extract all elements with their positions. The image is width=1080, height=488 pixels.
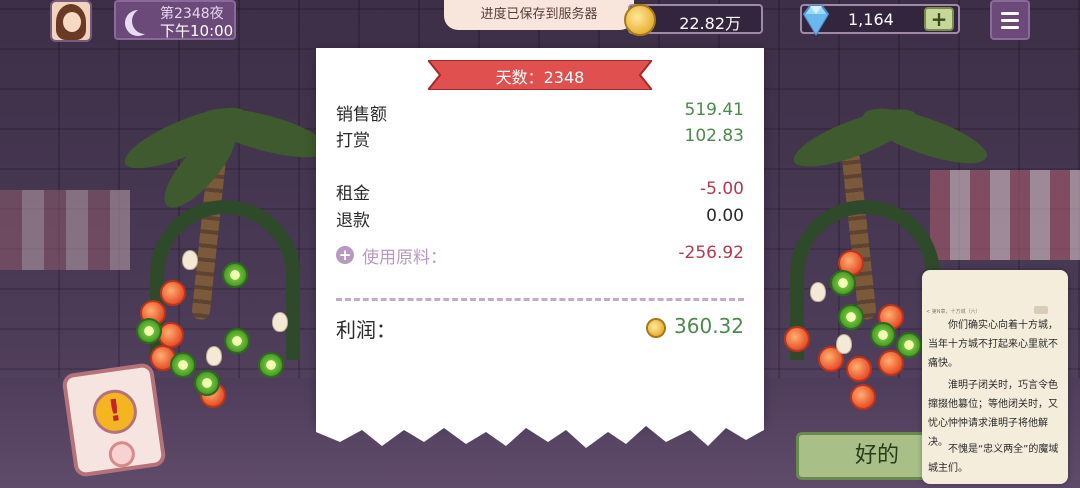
menu-button[interactable] bbox=[990, 0, 1030, 40]
tips-label: 打赏 bbox=[336, 131, 370, 151]
save-toast: 进度已保存到服务器 bbox=[444, 0, 634, 30]
moon-icon bbox=[132, 8, 158, 34]
refund-row: 退款 0.00 bbox=[336, 206, 744, 231]
rent-row: 租金 -5.00 bbox=[336, 179, 744, 204]
garlic-clove bbox=[272, 312, 288, 332]
gem-value: 1,164 bbox=[848, 10, 894, 29]
refund-value: 0.00 bbox=[706, 206, 744, 226]
daily-receipt: 天数：2348 销售额 519.41 打赏 102.83 租金 -5.00 退款… bbox=[316, 48, 764, 448]
chili-slice bbox=[846, 356, 872, 382]
tips-row: 打赏 102.83 bbox=[336, 126, 744, 151]
tips-value: 102.83 bbox=[684, 126, 744, 146]
menu-icon bbox=[1001, 26, 1019, 29]
menu-icon bbox=[1001, 12, 1019, 15]
notification-card[interactable]: ! bbox=[61, 362, 167, 478]
receipt-divider bbox=[336, 298, 744, 301]
book-paragraph: 你们确实心向着十方城，当年十方城不打起来心里就不痛快。 bbox=[928, 320, 1058, 369]
garlic-clove bbox=[836, 334, 852, 354]
sales-label: 销售额 bbox=[336, 105, 387, 125]
menu-icon bbox=[1001, 19, 1019, 22]
chili-slice bbox=[160, 280, 186, 306]
alert-icon: ! bbox=[90, 386, 140, 437]
gem-balance: 1,164 + bbox=[800, 4, 960, 36]
materials-value: -256.92 bbox=[678, 243, 744, 263]
lime-slice bbox=[896, 332, 922, 358]
coin-value: 22.82万 bbox=[679, 14, 741, 33]
coin-icon bbox=[624, 4, 656, 36]
player-avatar[interactable] bbox=[50, 0, 92, 42]
awning-left bbox=[0, 190, 130, 270]
notification-button[interactable] bbox=[107, 439, 137, 469]
materials-row[interactable]: + 使用原料： -256.92 bbox=[336, 243, 744, 268]
lime-slice bbox=[136, 318, 162, 344]
profit-label: 利润： bbox=[336, 318, 396, 342]
lime-slice bbox=[224, 328, 250, 354]
lime-slice bbox=[222, 262, 248, 288]
lime-slice bbox=[870, 322, 896, 348]
add-gems-button[interactable]: + bbox=[924, 7, 954, 31]
coin-icon bbox=[646, 318, 666, 338]
plus-icon[interactable]: + bbox=[336, 246, 354, 264]
chili-slice bbox=[850, 384, 876, 410]
rent-value: -5.00 bbox=[700, 179, 744, 199]
lime-slice bbox=[258, 352, 284, 378]
diamond-icon bbox=[802, 5, 830, 36]
garlic-clove bbox=[206, 346, 222, 366]
profit-value: 360.32 bbox=[674, 314, 744, 338]
rent-label: 租金 bbox=[336, 184, 370, 204]
book-paragraph: 不愧是“忠义两全”的魔域城主们。 bbox=[928, 444, 1059, 474]
sales-row: 销售额 519.41 bbox=[336, 100, 744, 125]
materials-label: 使用原料： bbox=[362, 248, 447, 268]
sales-value: 519.41 bbox=[684, 100, 744, 120]
clock-time: 下午10:00 bbox=[160, 22, 234, 40]
lime-slice bbox=[170, 352, 196, 378]
chili-slice bbox=[784, 326, 810, 352]
lime-slice bbox=[830, 270, 856, 296]
avatar-face bbox=[63, 12, 81, 32]
lime-slice bbox=[838, 304, 864, 330]
toolbar-icon[interactable] bbox=[1034, 306, 1048, 314]
garlic-clove bbox=[182, 250, 198, 270]
lime-slice bbox=[194, 370, 220, 396]
coin-balance: 22.82万 bbox=[624, 4, 763, 36]
garlic-clove bbox=[810, 282, 826, 302]
receipt-torn-edge bbox=[316, 420, 764, 448]
day-time-panel: 第2348夜 下午10:00 bbox=[114, 0, 236, 40]
reading-overlay[interactable]: < 第N章，十方城（六） 你们确实心向着十方城，当年十方城不打起来心里就不痛快。… bbox=[922, 270, 1068, 484]
day-title: 天数：2348 bbox=[495, 68, 585, 87]
awning-right bbox=[930, 170, 1080, 260]
refund-label: 退款 bbox=[336, 211, 370, 231]
